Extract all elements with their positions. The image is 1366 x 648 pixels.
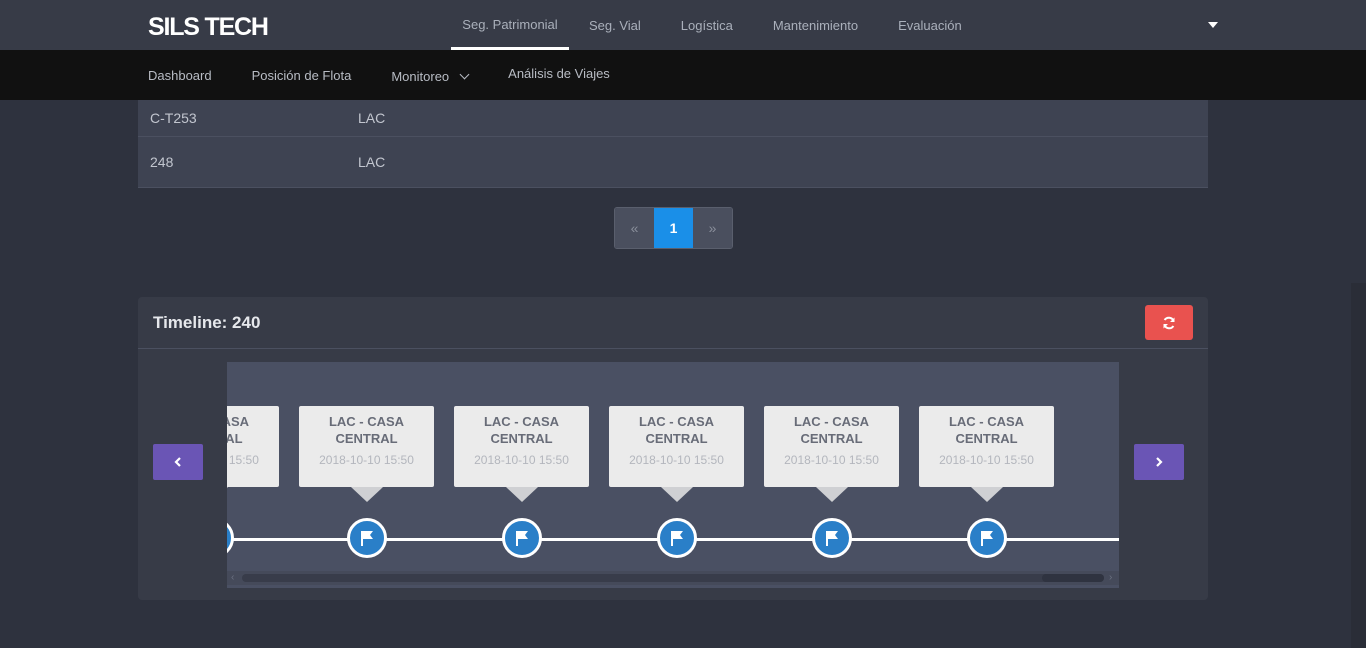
chevron-right-icon bbox=[1156, 457, 1163, 467]
card-pointer bbox=[661, 487, 693, 502]
top-nav-seg-vial[interactable]: Seg. Vial bbox=[569, 0, 661, 50]
event-time: 2018-10-10 15:50 bbox=[939, 453, 1034, 467]
sub-nav-label: Dashboard bbox=[148, 67, 212, 83]
table-cell-vehicle: 248 bbox=[150, 154, 174, 170]
sub-navbar: Dashboard Posición de Flota Monitoreo An… bbox=[0, 50, 1366, 104]
sub-nav-dashboard[interactable]: Dashboard bbox=[138, 50, 222, 100]
sub-nav-label: Posición de Flota bbox=[251, 67, 352, 83]
page-scrollbar[interactable] bbox=[1351, 283, 1366, 648]
brand-logo[interactable]: SILS TECH bbox=[148, 13, 269, 42]
scroll-left-arrow-icon[interactable]: ‹ bbox=[231, 571, 234, 585]
timeline-node[interactable] bbox=[347, 518, 387, 558]
card-pointer bbox=[351, 487, 383, 502]
table-row[interactable]: 248 LAC bbox=[138, 137, 1208, 188]
sub-nav: Dashboard Posición de Flota Monitoreo An… bbox=[138, 50, 620, 104]
timeline-scrollbar[interactable]: ‹ › bbox=[227, 571, 1119, 585]
timeline-node[interactable] bbox=[812, 518, 852, 558]
flag-icon bbox=[361, 531, 373, 546]
table-row[interactable]: C-T253 LAC bbox=[138, 100, 1208, 137]
card-pointer bbox=[506, 487, 538, 502]
table-cell-client: LAC bbox=[358, 110, 386, 126]
refresh-icon bbox=[1163, 316, 1175, 329]
sub-nav-label: Análisis de Viajes bbox=[508, 66, 610, 81]
chevron-left-icon bbox=[174, 457, 181, 467]
card-pointer bbox=[227, 487, 228, 502]
sub-nav-label: Monitoreo bbox=[391, 68, 450, 84]
chevron-down-icon bbox=[459, 69, 470, 79]
sub-nav-monitoreo[interactable]: Monitoreo bbox=[381, 50, 478, 100]
event-name: LAC - CASA CENTRAL bbox=[328, 414, 405, 446]
pagination-next[interactable]: » bbox=[693, 208, 732, 248]
timeline-event-card[interactable]: LAC - CASA CENTRAL 2018-10-10 15:50 bbox=[919, 406, 1054, 502]
card-pointer bbox=[816, 487, 848, 502]
top-nav-mantenimiento[interactable]: Mantenimiento bbox=[753, 0, 878, 50]
event-time: 2018-10-10 15:50 bbox=[319, 453, 414, 467]
event-name: LAC - CASA CENTRAL bbox=[793, 414, 870, 446]
timeline-title: Timeline: 240 bbox=[153, 313, 261, 332]
pagination-page-1[interactable]: 1 bbox=[654, 208, 693, 248]
table-cell-vehicle: C-T253 bbox=[150, 110, 197, 126]
caret-down-icon[interactable] bbox=[1208, 22, 1218, 28]
flag-icon bbox=[826, 531, 838, 546]
top-nav-logistica[interactable]: Logística bbox=[661, 0, 753, 50]
event-name: LAC - CASA CENTRAL bbox=[948, 414, 1025, 446]
top-nav-evaluacion[interactable]: Evaluación bbox=[878, 0, 982, 50]
timeline-node[interactable] bbox=[502, 518, 542, 558]
sub-nav-analisis-viajes[interactable]: Análisis de Viajes bbox=[498, 50, 620, 104]
scroll-right-arrow-icon[interactable]: › bbox=[1109, 571, 1112, 585]
top-nav: Seg. Patrimonial Seg. Vial Logística Man… bbox=[451, 0, 982, 50]
timeline-next-button[interactable] bbox=[1134, 444, 1184, 480]
timeline-node[interactable] bbox=[657, 518, 697, 558]
event-name: LAC - CASA CENTRAL bbox=[227, 414, 250, 446]
event-name: LAC - CASA CENTRAL bbox=[638, 414, 715, 446]
event-time: 2018-10-10 15:50 bbox=[629, 453, 724, 467]
panel-header: Timeline: 240 bbox=[138, 297, 1208, 349]
card-pointer bbox=[971, 487, 1003, 502]
refresh-button[interactable] bbox=[1145, 305, 1193, 340]
top-nav-seg-patrimonial[interactable]: Seg. Patrimonial bbox=[451, 0, 569, 50]
timeline-node[interactable] bbox=[227, 518, 234, 558]
timeline-panel: Timeline: 240 LAC - CASA CENTRAL 2018-10… bbox=[138, 297, 1208, 600]
flag-icon bbox=[671, 531, 683, 546]
timeline-event-card[interactable]: LAC - CASA CENTRAL 2018-10-10 15:50 bbox=[227, 406, 279, 502]
timeline-event-card[interactable]: LAC - CASA CENTRAL 2018-10-10 15:50 bbox=[764, 406, 899, 502]
flag-icon bbox=[981, 531, 993, 546]
scroll-thumb[interactable] bbox=[1042, 574, 1104, 582]
pagination-prev[interactable]: « bbox=[615, 208, 654, 248]
timeline-event-card[interactable]: LAC - CASA CENTRAL 2018-10-10 15:50 bbox=[609, 406, 744, 502]
event-time: 2018-10-10 15:50 bbox=[474, 453, 569, 467]
event-time: 2018-10-10 15:50 bbox=[227, 453, 259, 467]
event-time: 2018-10-10 15:50 bbox=[784, 453, 879, 467]
event-name: LAC - CASA CENTRAL bbox=[483, 414, 560, 446]
timeline-prev-button[interactable] bbox=[153, 444, 203, 480]
flag-icon bbox=[516, 531, 528, 546]
scroll-rail bbox=[242, 574, 1104, 582]
pagination: « 1 » bbox=[614, 207, 733, 249]
table-cell-client: LAC bbox=[358, 154, 386, 170]
timeline-event-card[interactable]: LAC - CASA CENTRAL 2018-10-10 15:50 bbox=[454, 406, 589, 502]
top-navbar: SILS TECH Seg. Patrimonial Seg. Vial Log… bbox=[0, 0, 1366, 50]
timeline-event-card[interactable]: LAC - CASA CENTRAL 2018-10-10 15:50 bbox=[299, 406, 434, 502]
sub-nav-posicion-flota[interactable]: Posición de Flota bbox=[242, 50, 362, 100]
timeline-node[interactable] bbox=[967, 518, 1007, 558]
vehicles-table: C-T253 LAC 248 LAC bbox=[138, 100, 1208, 188]
timeline-track[interactable]: LAC - CASA CENTRAL 2018-10-10 15:50 LAC … bbox=[227, 362, 1119, 588]
